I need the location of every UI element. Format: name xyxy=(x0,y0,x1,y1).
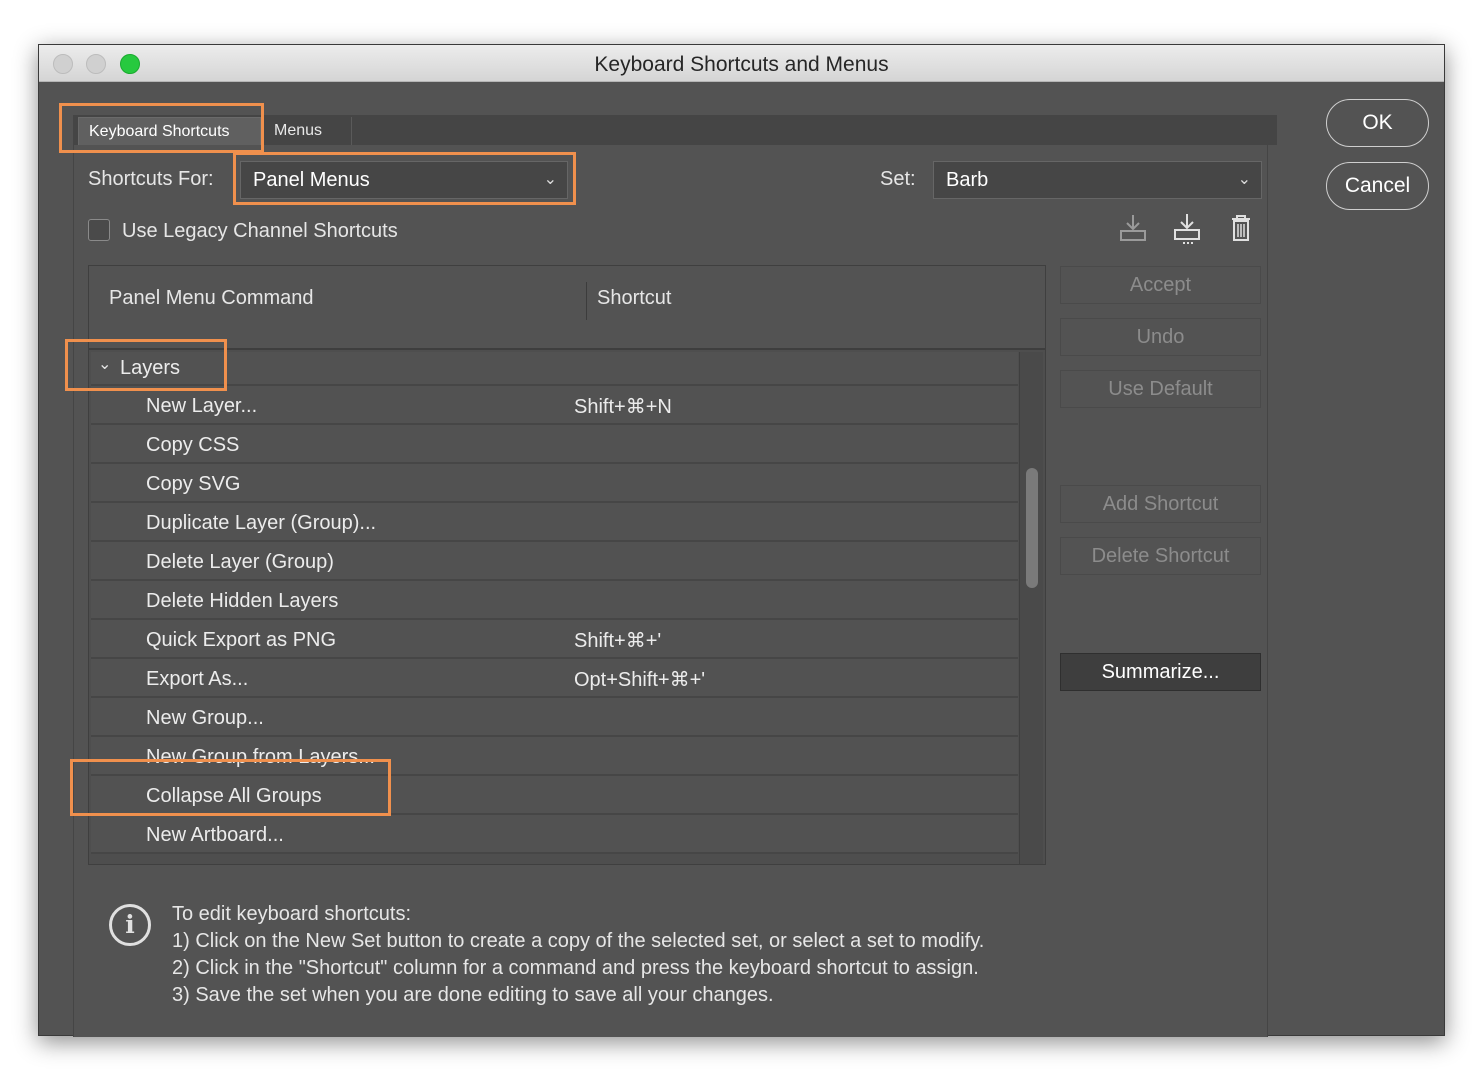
title-bar: Keyboard Shortcuts and Menus xyxy=(39,45,1444,82)
tab-strip: Keyboard Shortcuts Menus xyxy=(74,115,1277,145)
table-header: Panel Menu Command Shortcut xyxy=(89,266,1045,350)
column-header-shortcut[interactable]: Shortcut xyxy=(597,287,671,310)
table-row[interactable]: Delete Layer (Group) xyxy=(91,542,1018,581)
tab-menus[interactable]: Menus xyxy=(264,117,352,145)
table-row[interactable]: Copy SVG xyxy=(91,464,1018,503)
table-scrollbar[interactable] xyxy=(1019,352,1043,864)
command-cell: Delete Hidden Layers xyxy=(146,590,339,612)
table-row[interactable]: Export As... Opt+Shift+⌘+' xyxy=(91,659,1018,698)
table-row[interactable]: Quick Export as PNG Shift+⌘+' xyxy=(91,620,1018,659)
shortcut-cell[interactable]: Opt+Shift+⌘+' xyxy=(574,667,705,692)
table-row[interactable]: New Group... xyxy=(91,698,1018,737)
window-title: Keyboard Shortcuts and Menus xyxy=(594,53,889,76)
shortcuts-for-value: Panel Menus xyxy=(253,169,370,191)
help-step: 1) Click on the New Set button to create… xyxy=(172,930,985,952)
legacy-channel-checkbox[interactable] xyxy=(88,219,110,241)
shortcut-cell[interactable]: Shift+⌘+N xyxy=(574,394,672,419)
table-body: ⌄ Layers New Layer... Shift+⌘+N Copy CSS … xyxy=(91,352,1018,864)
command-cell: New Group from Layers... xyxy=(146,746,375,768)
command-cell: Copy SVG xyxy=(146,473,241,495)
undo-button[interactable]: Undo xyxy=(1060,318,1261,356)
shortcuts-table: Panel Menu Command Shortcut ⌄ Layers New… xyxy=(88,265,1046,865)
command-cell: New Artboard... xyxy=(146,824,284,846)
add-shortcut-button[interactable]: Add Shortcut xyxy=(1060,485,1261,523)
table-row[interactable]: New Artboard... xyxy=(91,815,1018,854)
chevron-down-icon: ⌄ xyxy=(543,171,557,188)
command-cell: Quick Export as PNG xyxy=(146,629,337,651)
set-select[interactable]: Barb ⌄ xyxy=(933,161,1262,199)
command-cell: Export As... xyxy=(146,668,249,690)
table-row[interactable]: Copy CSS xyxy=(91,425,1018,464)
set-label: Set: xyxy=(880,168,916,190)
shortcuts-for-select[interactable]: Panel Menus ⌄ xyxy=(240,161,568,199)
ok-button[interactable]: OK xyxy=(1326,99,1429,147)
help-step: 2) Click in the "Shortcut" column for a … xyxy=(172,957,979,979)
group-label: Layers xyxy=(120,357,181,379)
table-row[interactable]: Duplicate Layer (Group)... xyxy=(91,503,1018,542)
delete-shortcut-button[interactable]: Delete Shortcut xyxy=(1060,537,1261,575)
command-cell: New Group... xyxy=(146,707,264,729)
dialog-window: Keyboard Shortcuts and Menus Keyboard Sh… xyxy=(38,44,1445,1037)
command-cell: New Layer... xyxy=(146,395,258,417)
command-cell: Duplicate Layer (Group)... xyxy=(146,512,377,534)
table-row[interactable]: New Layer... Shift+⌘+N xyxy=(91,386,1018,425)
trash-icon[interactable] xyxy=(1224,211,1258,245)
use-default-button[interactable]: Use Default xyxy=(1060,370,1261,408)
cancel-button[interactable]: Cancel xyxy=(1326,162,1429,210)
column-header-command[interactable]: Panel Menu Command xyxy=(109,287,314,310)
new-set-icon[interactable] xyxy=(1170,211,1204,245)
command-cell: Delete Layer (Group) xyxy=(146,551,334,573)
shortcuts-for-label: Shortcuts For: xyxy=(88,168,214,190)
shortcut-cell[interactable]: Shift+⌘+' xyxy=(574,628,661,653)
command-cell: Copy CSS xyxy=(146,434,240,456)
save-set-icon[interactable] xyxy=(1116,211,1150,245)
chevron-down-icon[interactable]: ⌄ xyxy=(98,354,111,374)
help-step: 3) Save the set when you are done editin… xyxy=(172,984,774,1006)
scrollbar-thumb[interactable] xyxy=(1026,468,1038,588)
group-row-layers[interactable]: ⌄ Layers xyxy=(91,352,1018,386)
command-cell: Collapse All Groups xyxy=(146,785,322,807)
column-divider[interactable] xyxy=(586,282,587,320)
table-row[interactable]: New Group from Layers... xyxy=(91,737,1018,776)
set-value: Barb xyxy=(946,169,989,191)
help-title: To edit keyboard shortcuts: xyxy=(172,903,412,925)
table-row[interactable]: Collapse All Groups xyxy=(91,776,1018,815)
summarize-button[interactable]: Summarize... xyxy=(1060,653,1261,691)
table-row[interactable]: Delete Hidden Layers xyxy=(91,581,1018,620)
tab-keyboard-shortcuts[interactable]: Keyboard Shortcuts xyxy=(78,117,261,145)
chevron-down-icon: ⌄ xyxy=(1237,171,1251,188)
accept-button[interactable]: Accept xyxy=(1060,266,1261,304)
legacy-channel-label: Use Legacy Channel Shortcuts xyxy=(122,220,398,242)
main-panel: Keyboard Shortcuts Menus Shortcuts For: … xyxy=(73,115,1277,1037)
info-icon: i xyxy=(109,904,151,946)
